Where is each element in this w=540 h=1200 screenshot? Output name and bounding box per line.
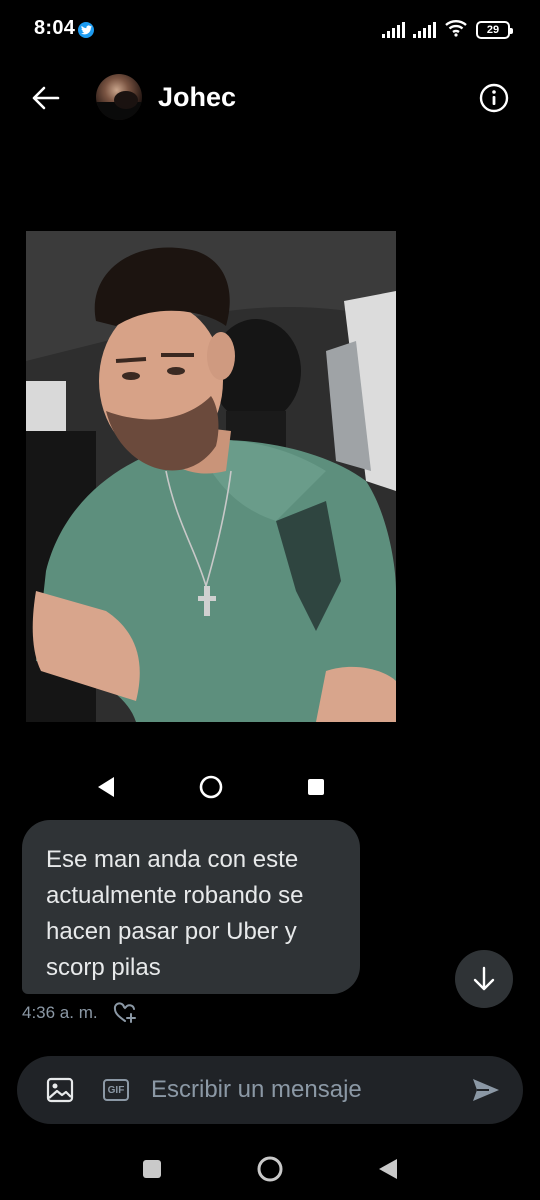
scroll-to-bottom-button[interactable] xyxy=(455,950,513,1008)
battery-icon: 29 xyxy=(476,21,513,39)
message-bubble[interactable]: Ese man anda con este actualmente roband… xyxy=(22,820,360,994)
twitter-notification-icon xyxy=(78,22,94,38)
contact-avatar[interactable] xyxy=(96,74,142,120)
message-time: 4:36 a. m. xyxy=(22,1003,98,1022)
heart-plus-icon xyxy=(113,1002,136,1023)
home-button[interactable] xyxy=(255,1154,285,1184)
add-image-button[interactable] xyxy=(45,1075,75,1105)
back-triangle-button[interactable] xyxy=(93,774,119,800)
circle-icon xyxy=(257,1156,283,1182)
image-icon xyxy=(46,1077,74,1103)
message-composer: GIF xyxy=(17,1056,523,1124)
signal-icon xyxy=(382,22,405,38)
signal-icon xyxy=(413,22,436,38)
back-button[interactable] xyxy=(26,78,66,118)
add-gif-button[interactable]: GIF xyxy=(101,1075,131,1105)
wifi-icon xyxy=(444,19,468,42)
triangle-left-icon xyxy=(98,777,114,797)
recents-button[interactable] xyxy=(137,1154,167,1184)
arrow-down-icon xyxy=(473,966,495,991)
message-meta: 4:36 a. m. xyxy=(22,1000,138,1026)
media-controls xyxy=(0,766,540,806)
gif-icon: GIF xyxy=(103,1079,129,1101)
triangle-left-icon xyxy=(379,1159,397,1179)
message-text: Ese man anda con este actualmente roband… xyxy=(46,846,304,981)
circle-icon xyxy=(199,775,223,799)
send-button[interactable] xyxy=(471,1075,501,1105)
send-icon xyxy=(473,1079,499,1101)
status-time: 8:04 xyxy=(34,17,76,39)
status-icons: 29 xyxy=(382,19,513,42)
info-button[interactable] xyxy=(474,78,514,118)
arrow-left-icon xyxy=(32,86,60,110)
home-circle-button[interactable] xyxy=(198,774,224,800)
message-input[interactable] xyxy=(151,1070,451,1110)
square-button[interactable] xyxy=(303,774,329,800)
contact-name[interactable]: Johec xyxy=(158,82,236,113)
add-reaction-button[interactable] xyxy=(112,1000,138,1026)
message-photo[interactable] xyxy=(26,231,396,722)
back-nav-button[interactable] xyxy=(373,1154,403,1184)
square-icon xyxy=(308,779,324,795)
square-icon xyxy=(143,1160,161,1178)
info-icon xyxy=(479,83,509,113)
system-navigation-bar xyxy=(0,1140,540,1200)
conversation-header: Johec xyxy=(0,60,540,136)
dm-conversation-screen: 8:04 29 Johec Ese man anda con este actu… xyxy=(0,0,540,1200)
status-bar: 8:04 29 xyxy=(0,0,540,60)
